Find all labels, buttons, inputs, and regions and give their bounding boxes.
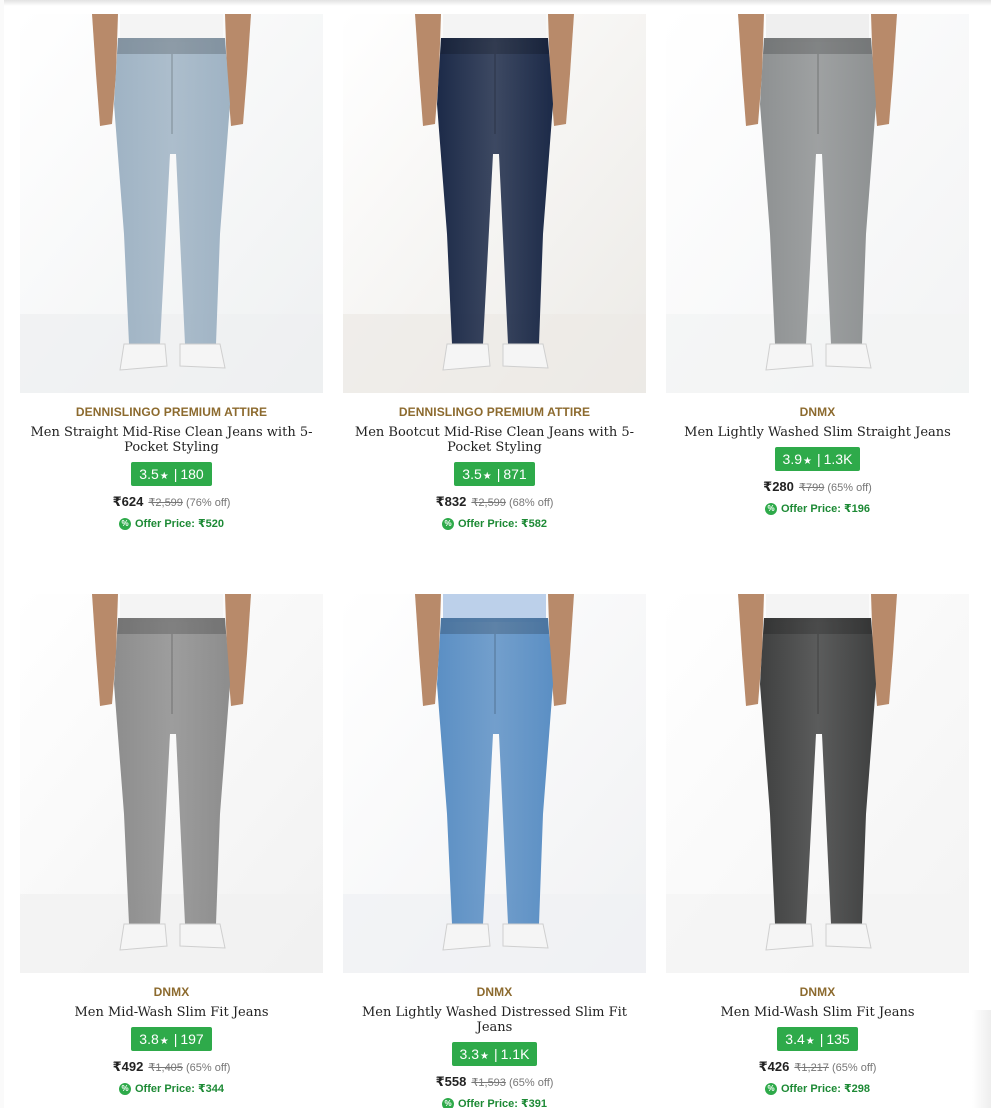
product-brand: DNMX <box>476 985 513 999</box>
product-card-4[interactable]: DNMX Men Mid-Wash Slim Fit Jeans 3.8★ | 19… <box>20 594 323 1095</box>
rating-badge: 3.8★ | 197 <box>131 1027 212 1051</box>
price-row: ₹832 ₹2,599 (68% off) <box>343 494 646 510</box>
selling-price: ₹492 <box>112 1059 144 1074</box>
product-card-3[interactable]: DNMX Men Lightly Washed Slim Straight Je… <box>666 14 969 515</box>
offer-price-row: % Offer Price: ₹520 <box>20 517 323 530</box>
rating-value: 3.5 <box>462 466 482 482</box>
discount-text: (65% off) <box>827 482 872 494</box>
offer-tag-icon: % <box>765 1082 777 1095</box>
product-image[interactable] <box>666 594 969 973</box>
product-brand: DENNISLINGO PREMIUM ATTIRE <box>398 405 591 419</box>
rating-badge: 3.3★ | 1.1K <box>451 1042 538 1066</box>
star-icon: ★ <box>803 456 812 467</box>
review-count: 871 <box>503 466 527 482</box>
offer-tag-icon: % <box>119 517 131 530</box>
rating-badge: 3.5★ | 871 <box>454 462 535 486</box>
star-icon: ★ <box>159 1036 169 1047</box>
product-title[interactable]: Men Straight Mid-Rise Clean Jeans with 5… <box>20 425 323 455</box>
offer-tag-icon: % <box>442 1097 454 1108</box>
mrp-price: ₹1,593 <box>471 1077 506 1089</box>
offer-price-row: % Offer Price: ₹196 <box>666 502 969 515</box>
product-image[interactable] <box>666 14 969 393</box>
discount-text: (65% off) <box>508 1077 554 1089</box>
star-icon: ★ <box>480 1051 489 1062</box>
review-count: 1.1K <box>500 1046 530 1062</box>
discount-text: (76% off) <box>185 497 231 509</box>
product-title[interactable]: Men Lightly Washed Distressed Slim Fit J… <box>343 1005 646 1035</box>
rating-value: 3.5 <box>139 466 159 482</box>
review-count: 197 <box>180 1031 204 1047</box>
mrp-price: ₹1,405 <box>148 1062 183 1074</box>
offer-tag-icon: % <box>442 517 454 530</box>
star-icon: ★ <box>805 1036 815 1047</box>
scroll-edge <box>972 1010 991 1108</box>
mrp-price: ₹1,217 <box>794 1062 829 1074</box>
rating-value: 3.9 <box>782 451 803 467</box>
product-title[interactable]: Men Mid-Wash Slim Fit Jeans <box>666 1005 969 1020</box>
product-card-1[interactable]: DENNISLINGO PREMIUM ATTIRE Men Straight … <box>20 14 323 530</box>
offer-price-row: % Offer Price: ₹298 <box>666 1082 969 1095</box>
product-card-5[interactable]: DNMX Men Lightly Washed Distressed Slim … <box>343 594 646 1108</box>
offer-price: Offer Price: ₹196 <box>781 503 870 515</box>
rating-divider: | <box>816 451 821 467</box>
rating-divider: | <box>819 1031 824 1047</box>
selling-price: ₹832 <box>435 494 467 509</box>
review-count: 1.3K <box>823 451 853 467</box>
rating-badge: 3.9★ | 1.3K <box>774 447 861 471</box>
offer-price-row: % Offer Price: ₹582 <box>343 517 646 530</box>
product-card-6[interactable]: DNMX Men Mid-Wash Slim Fit Jeans 3.4★ | 13… <box>666 594 969 1095</box>
product-title[interactable]: Men Bootcut Mid-Rise Clean Jeans with 5-… <box>343 425 646 455</box>
offer-tag-icon: % <box>765 502 777 515</box>
price-row: ₹624 ₹2,599 (76% off) <box>20 494 323 510</box>
offer-price-row: % Offer Price: ₹391 <box>343 1097 646 1108</box>
rating-badge: 3.4★ | 135 <box>777 1027 858 1051</box>
product-title[interactable]: Men Mid-Wash Slim Fit Jeans <box>20 1005 323 1020</box>
mrp-price: ₹799 <box>798 482 825 494</box>
rating-divider: | <box>493 1046 498 1062</box>
offer-price: Offer Price: ₹391 <box>458 1098 547 1108</box>
price-row: ₹426 ₹1,217 (65% off) <box>666 1059 969 1075</box>
price-row: ₹492 ₹1,405 (65% off) <box>20 1059 323 1075</box>
product-image[interactable] <box>343 14 646 393</box>
product-brand: DENNISLINGO PREMIUM ATTIRE <box>75 405 268 419</box>
product-image[interactable] <box>20 14 323 393</box>
star-icon: ★ <box>482 471 492 482</box>
rating-divider: | <box>173 466 178 482</box>
offer-price: Offer Price: ₹582 <box>458 518 547 530</box>
product-brand: DNMX <box>799 405 836 419</box>
mrp-price: ₹2,599 <box>471 497 506 509</box>
product-brand: DNMX <box>799 985 836 999</box>
discount-text: (65% off) <box>185 1062 231 1074</box>
offer-price: Offer Price: ₹520 <box>135 518 224 530</box>
discount-text: (65% off) <box>831 1062 877 1074</box>
selling-price: ₹280 <box>763 479 794 494</box>
price-row: ₹280 ₹799 (65% off) <box>666 479 969 495</box>
review-count: 135 <box>826 1031 850 1047</box>
product-image[interactable] <box>20 594 323 973</box>
selling-price: ₹624 <box>112 494 144 509</box>
rating-value: 3.8 <box>139 1031 159 1047</box>
top-shadow <box>0 0 991 6</box>
mrp-price: ₹2,599 <box>148 497 183 509</box>
price-row: ₹558 ₹1,593 (65% off) <box>343 1074 646 1090</box>
rating-divider: | <box>496 466 501 482</box>
product-image[interactable] <box>343 594 646 973</box>
left-edge <box>0 0 4 1108</box>
star-icon: ★ <box>159 471 169 482</box>
product-card-2[interactable]: DENNISLINGO PREMIUM ATTIRE Men Bootcut M… <box>343 14 646 530</box>
rating-value: 3.3 <box>459 1046 480 1062</box>
product-brand: DNMX <box>153 985 190 999</box>
review-count: 180 <box>180 466 204 482</box>
rating-value: 3.4 <box>785 1031 805 1047</box>
product-title[interactable]: Men Lightly Washed Slim Straight Jeans <box>666 425 969 440</box>
rating-badge: 3.5★ | 180 <box>131 462 212 486</box>
offer-price: Offer Price: ₹344 <box>135 1083 224 1095</box>
selling-price: ₹558 <box>435 1074 467 1089</box>
discount-text: (68% off) <box>508 497 554 509</box>
rating-divider: | <box>173 1031 178 1047</box>
offer-price: Offer Price: ₹298 <box>781 1083 870 1095</box>
selling-price: ₹426 <box>758 1059 790 1074</box>
offer-price-row: % Offer Price: ₹344 <box>20 1082 323 1095</box>
offer-tag-icon: % <box>119 1082 131 1095</box>
